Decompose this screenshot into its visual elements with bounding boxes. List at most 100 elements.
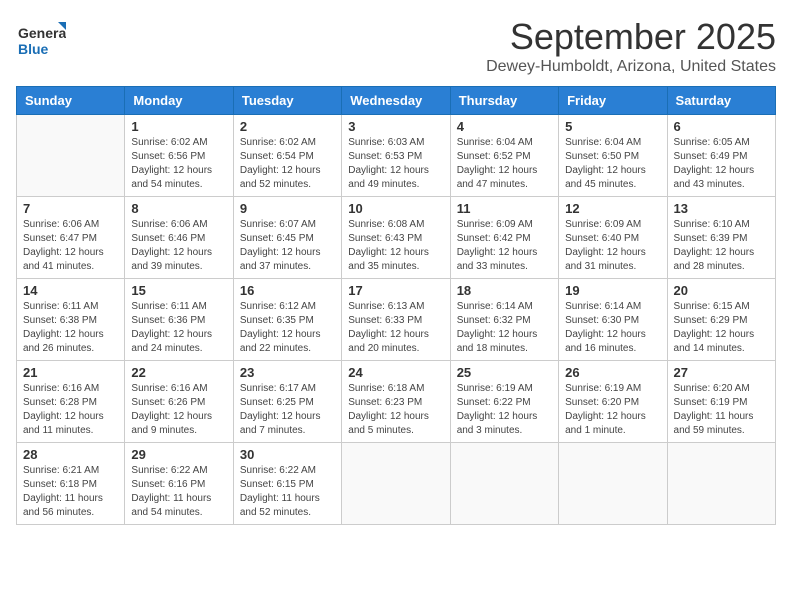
calendar-cell: 2 Sunrise: 6:02 AMSunset: 6:54 PMDayligh… [233, 115, 341, 197]
month-title: September 2025 [486, 16, 776, 58]
calendar-cell: 16 Sunrise: 6:12 AMSunset: 6:35 PMDaylig… [233, 279, 341, 361]
day-info: Sunrise: 6:14 AMSunset: 6:32 PMDaylight:… [457, 300, 552, 356]
day-number: 2 [240, 119, 335, 134]
day-info: Sunrise: 6:13 AMSunset: 6:33 PMDaylight:… [348, 300, 443, 356]
day-info: Sunrise: 6:09 AMSunset: 6:42 PMDaylight:… [457, 218, 552, 274]
day-number: 4 [457, 119, 552, 134]
day-info: Sunrise: 6:07 AMSunset: 6:45 PMDaylight:… [240, 218, 335, 274]
day-info: Sunrise: 6:15 AMSunset: 6:29 PMDaylight:… [674, 300, 769, 356]
day-number: 30 [240, 447, 335, 462]
day-number: 19 [565, 283, 660, 298]
calendar-cell: 7 Sunrise: 6:06 AMSunset: 6:47 PMDayligh… [17, 197, 125, 279]
calendar-cell [17, 115, 125, 197]
day-info: Sunrise: 6:18 AMSunset: 6:23 PMDaylight:… [348, 382, 443, 438]
location-title: Dewey-Humboldt, Arizona, United States [486, 58, 776, 76]
day-info: Sunrise: 6:19 AMSunset: 6:22 PMDaylight:… [457, 382, 552, 438]
day-number: 20 [674, 283, 769, 298]
calendar-week-row: 14 Sunrise: 6:11 AMSunset: 6:38 PMDaylig… [17, 279, 776, 361]
calendar-header-sunday: Sunday [17, 87, 125, 115]
calendar-header-friday: Friday [559, 87, 667, 115]
day-info: Sunrise: 6:14 AMSunset: 6:30 PMDaylight:… [565, 300, 660, 356]
calendar-cell: 27 Sunrise: 6:20 AMSunset: 6:19 PMDaylig… [667, 361, 775, 443]
calendar-cell: 5 Sunrise: 6:04 AMSunset: 6:50 PMDayligh… [559, 115, 667, 197]
calendar-cell: 10 Sunrise: 6:08 AMSunset: 6:43 PMDaylig… [342, 197, 450, 279]
day-number: 1 [131, 119, 226, 134]
calendar-cell: 12 Sunrise: 6:09 AMSunset: 6:40 PMDaylig… [559, 197, 667, 279]
svg-text:General: General [18, 25, 66, 41]
day-number: 24 [348, 365, 443, 380]
day-info: Sunrise: 6:11 AMSunset: 6:36 PMDaylight:… [131, 300, 226, 356]
day-info: Sunrise: 6:04 AMSunset: 6:52 PMDaylight:… [457, 136, 552, 192]
day-info: Sunrise: 6:11 AMSunset: 6:38 PMDaylight:… [23, 300, 118, 356]
day-info: Sunrise: 6:09 AMSunset: 6:40 PMDaylight:… [565, 218, 660, 274]
day-number: 10 [348, 201, 443, 216]
calendar-cell: 25 Sunrise: 6:19 AMSunset: 6:22 PMDaylig… [450, 361, 558, 443]
calendar-cell: 6 Sunrise: 6:05 AMSunset: 6:49 PMDayligh… [667, 115, 775, 197]
calendar-cell: 24 Sunrise: 6:18 AMSunset: 6:23 PMDaylig… [342, 361, 450, 443]
calendar-header-thursday: Thursday [450, 87, 558, 115]
calendar-header-tuesday: Tuesday [233, 87, 341, 115]
calendar-cell: 22 Sunrise: 6:16 AMSunset: 6:26 PMDaylig… [125, 361, 233, 443]
day-info: Sunrise: 6:17 AMSunset: 6:25 PMDaylight:… [240, 382, 335, 438]
day-info: Sunrise: 6:16 AMSunset: 6:28 PMDaylight:… [23, 382, 118, 438]
calendar-cell: 21 Sunrise: 6:16 AMSunset: 6:28 PMDaylig… [17, 361, 125, 443]
day-number: 22 [131, 365, 226, 380]
day-number: 14 [23, 283, 118, 298]
calendar-cell [450, 443, 558, 525]
calendar-cell: 26 Sunrise: 6:19 AMSunset: 6:20 PMDaylig… [559, 361, 667, 443]
day-number: 28 [23, 447, 118, 462]
day-number: 25 [457, 365, 552, 380]
calendar-cell: 30 Sunrise: 6:22 AMSunset: 6:15 PMDaylig… [233, 443, 341, 525]
day-number: 8 [131, 201, 226, 216]
day-info: Sunrise: 6:06 AMSunset: 6:46 PMDaylight:… [131, 218, 226, 274]
day-number: 13 [674, 201, 769, 216]
day-number: 5 [565, 119, 660, 134]
calendar-cell: 28 Sunrise: 6:21 AMSunset: 6:18 PMDaylig… [17, 443, 125, 525]
calendar-table: SundayMondayTuesdayWednesdayThursdayFrid… [16, 86, 776, 525]
day-number: 15 [131, 283, 226, 298]
day-info: Sunrise: 6:20 AMSunset: 6:19 PMDaylight:… [674, 382, 769, 438]
day-info: Sunrise: 6:04 AMSunset: 6:50 PMDaylight:… [565, 136, 660, 192]
day-info: Sunrise: 6:02 AMSunset: 6:54 PMDaylight:… [240, 136, 335, 192]
day-info: Sunrise: 6:16 AMSunset: 6:26 PMDaylight:… [131, 382, 226, 438]
day-number: 9 [240, 201, 335, 216]
calendar-cell: 1 Sunrise: 6:02 AMSunset: 6:56 PMDayligh… [125, 115, 233, 197]
calendar-header-row: SundayMondayTuesdayWednesdayThursdayFrid… [17, 87, 776, 115]
calendar-cell: 14 Sunrise: 6:11 AMSunset: 6:38 PMDaylig… [17, 279, 125, 361]
calendar-cell: 23 Sunrise: 6:17 AMSunset: 6:25 PMDaylig… [233, 361, 341, 443]
day-info: Sunrise: 6:19 AMSunset: 6:20 PMDaylight:… [565, 382, 660, 438]
day-info: Sunrise: 6:02 AMSunset: 6:56 PMDaylight:… [131, 136, 226, 192]
calendar-cell: 3 Sunrise: 6:03 AMSunset: 6:53 PMDayligh… [342, 115, 450, 197]
day-number: 21 [23, 365, 118, 380]
calendar-cell: 17 Sunrise: 6:13 AMSunset: 6:33 PMDaylig… [342, 279, 450, 361]
day-info: Sunrise: 6:22 AMSunset: 6:15 PMDaylight:… [240, 464, 335, 520]
day-number: 29 [131, 447, 226, 462]
day-number: 23 [240, 365, 335, 380]
svg-text:Blue: Blue [18, 41, 49, 57]
day-info: Sunrise: 6:10 AMSunset: 6:39 PMDaylight:… [674, 218, 769, 274]
calendar-cell: 15 Sunrise: 6:11 AMSunset: 6:36 PMDaylig… [125, 279, 233, 361]
day-number: 3 [348, 119, 443, 134]
calendar-cell: 13 Sunrise: 6:10 AMSunset: 6:39 PMDaylig… [667, 197, 775, 279]
calendar-week-row: 21 Sunrise: 6:16 AMSunset: 6:28 PMDaylig… [17, 361, 776, 443]
page-header: General Blue September 2025 Dewey-Humbol… [16, 16, 776, 76]
day-number: 6 [674, 119, 769, 134]
calendar-cell: 19 Sunrise: 6:14 AMSunset: 6:30 PMDaylig… [559, 279, 667, 361]
calendar-cell [559, 443, 667, 525]
calendar-cell: 9 Sunrise: 6:07 AMSunset: 6:45 PMDayligh… [233, 197, 341, 279]
calendar-cell [342, 443, 450, 525]
day-number: 12 [565, 201, 660, 216]
calendar-header-wednesday: Wednesday [342, 87, 450, 115]
day-number: 16 [240, 283, 335, 298]
calendar-cell: 29 Sunrise: 6:22 AMSunset: 6:16 PMDaylig… [125, 443, 233, 525]
calendar-cell [667, 443, 775, 525]
day-number: 11 [457, 201, 552, 216]
title-block: September 2025 Dewey-Humboldt, Arizona, … [486, 16, 776, 76]
calendar-cell: 8 Sunrise: 6:06 AMSunset: 6:46 PMDayligh… [125, 197, 233, 279]
day-number: 27 [674, 365, 769, 380]
calendar-header-saturday: Saturday [667, 87, 775, 115]
logo: General Blue [16, 16, 66, 66]
day-number: 18 [457, 283, 552, 298]
day-number: 7 [23, 201, 118, 216]
logo-icon: General Blue [16, 16, 66, 66]
